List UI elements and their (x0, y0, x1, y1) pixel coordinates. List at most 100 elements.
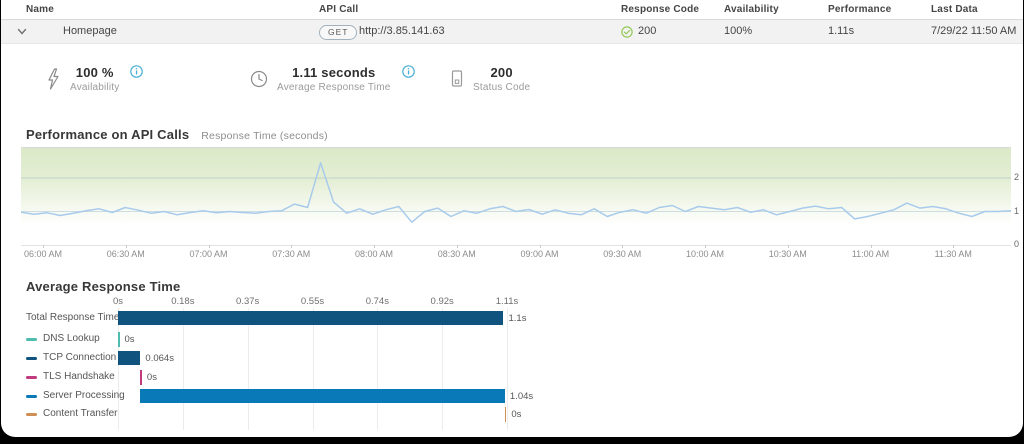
x-tick-mark (456, 245, 458, 248)
waterfall-tick-label: 0.37s (236, 296, 260, 307)
chevron-down-icon[interactable] (17, 28, 27, 36)
x-tick-label: 07:30 AM (272, 249, 311, 259)
waterfall-tick-label: 0.18s (171, 296, 195, 307)
response-time-line (21, 162, 1011, 223)
x-tick-mark (622, 245, 624, 248)
availability-label: Availability (70, 82, 120, 93)
availability-value: 100 % (75, 65, 114, 80)
y-tick-label: 1 (1014, 205, 1020, 216)
waterfall-bar-value: 0s (511, 408, 522, 420)
x-tick-mark (705, 245, 706, 248)
waterfall-gridline (442, 308, 444, 430)
column-header-performance: Performance (828, 4, 892, 15)
waterfall-gridline (377, 308, 379, 430)
status-code-label: Status Code (473, 82, 531, 93)
waterfall-row-label: Content Transfer (43, 408, 118, 419)
row-name: Homepage (63, 25, 117, 37)
waterfall-bar-value: 0s (124, 333, 135, 345)
performance-line-chart (21, 147, 1011, 246)
waterfall-row-label: DNS Lookup (43, 333, 100, 344)
waterfall-bar-value: 0.064s (145, 352, 174, 364)
y-tick-label: 2 (1014, 172, 1020, 182)
waterfall-row-label: TCP Connection (43, 352, 117, 363)
waterfall-gridline (507, 308, 508, 430)
waterfall-bar-total-response-time (118, 311, 504, 325)
stat-availability: 100 % Availability (45, 65, 144, 93)
waterfall-bar-value: 1.1s (508, 312, 527, 324)
http-method-badge: GET (319, 25, 358, 40)
waterfall-tick-label: 0.74s (365, 296, 389, 307)
x-tick-mark (870, 245, 872, 248)
waterfall-row-label: Server Processing (43, 390, 125, 401)
x-tick-label: 11:30 AM (934, 249, 972, 259)
legend-dash-dns-lookup (26, 337, 37, 341)
performance-x-axis-line (21, 245, 1011, 246)
waterfall-gridline (312, 308, 314, 430)
performance-chart-title: Performance on API Calls Response Time (s… (26, 127, 328, 142)
row-response-code: 200 (638, 25, 657, 37)
status-device-icon (451, 70, 463, 87)
info-icon[interactable] (130, 65, 144, 78)
waterfall-gridline (247, 308, 249, 430)
clock-icon (250, 70, 268, 88)
x-tick-mark (539, 245, 541, 248)
x-tick-mark (787, 245, 789, 248)
stat-status-code: 200 Status Code (450, 65, 530, 93)
x-tick-mark (208, 245, 210, 248)
waterfall-bar-content-transfer (504, 406, 507, 422)
waterfall-tick-label: 0.55s (300, 296, 325, 307)
y-tick-label: 0 (1014, 239, 1020, 249)
waterfall-tick-label: 0.92s (430, 296, 454, 307)
row-url: http://3.85.141.63 (359, 25, 445, 37)
column-header-name: Name (26, 4, 55, 15)
waterfall-bar-value: 0s (146, 371, 157, 383)
x-tick-label: 08:30 AM (437, 249, 476, 259)
waterfall-row-label: Total Response Time (26, 312, 120, 323)
waterfall-bar-dns-lookup (118, 331, 120, 347)
table-row[interactable]: Homepage GET http://3.85.141.63 200 100%… (1, 20, 1023, 44)
monitoring-dashboard: Name API Call Response Code Availability… (1, 0, 1023, 437)
x-tick-mark (43, 245, 44, 248)
x-tick-label: 10:30 AM (768, 249, 807, 259)
info-icon[interactable] (401, 65, 415, 78)
x-tick-label: 10:00 AM (685, 249, 725, 259)
x-tick-label: 11:00 AM (851, 249, 890, 259)
x-tick-label: 06:00 AM (23, 249, 63, 259)
x-tick-mark (291, 245, 293, 248)
waterfall-row-label: TLS Handshake (43, 371, 115, 382)
legend-dash-tls-handshake (26, 375, 37, 379)
waterfall-tick-label: 1.11s (495, 296, 519, 307)
x-tick-mark (953, 245, 955, 248)
stat-avg-response-time: 1.11 seconds Average Response Time (250, 65, 415, 93)
lightning-icon (48, 68, 59, 90)
performance-chart-subtitle: Response Time (seconds) (201, 130, 328, 142)
waterfall-bar-server-processing (140, 389, 505, 403)
row-performance: 1.11s (828, 25, 855, 37)
x-tick-label: 07:00 AM (189, 249, 228, 259)
column-header-api-call: API Call (319, 4, 359, 15)
legend-dash-content-transfer (26, 412, 37, 416)
waterfall-gridline (182, 308, 184, 430)
avg-response-value: 1.11 seconds (292, 65, 376, 80)
performance-chart-title-text: Performance on API Calls (26, 127, 190, 142)
x-tick-mark (125, 245, 127, 248)
waterfall-bar-tcp-connection (118, 351, 141, 365)
legend-dash-server-processing (26, 394, 37, 398)
status-code-value: 200 (490, 65, 513, 80)
waterfall-bar-value: 1.04s (509, 390, 534, 402)
x-tick-mark (374, 245, 375, 248)
row-last-data-received: 7/29/22 11:50 AM (931, 25, 1017, 37)
table-header: Name API Call Response Code Availability… (1, 0, 1023, 34)
x-tick-label: 08:00 AM (354, 249, 394, 259)
column-header-availability: Availability (724, 4, 779, 15)
x-tick-label: 09:30 AM (603, 249, 642, 259)
waterfall-gridline (118, 308, 119, 430)
column-header-response-code: Response Code (621, 4, 700, 15)
performance-line-svg (21, 162, 1011, 223)
app-window: Name API Call Response Code Availability… (0, 0, 1024, 444)
waterfall-title: Average Response Time (26, 279, 181, 294)
x-tick-label: 09:00 AM (520, 249, 559, 259)
x-tick-label: 06:30 AM (106, 249, 145, 259)
waterfall-tick-label: 0s (112, 296, 124, 307)
avg-response-label: Average Response Time (277, 82, 391, 93)
